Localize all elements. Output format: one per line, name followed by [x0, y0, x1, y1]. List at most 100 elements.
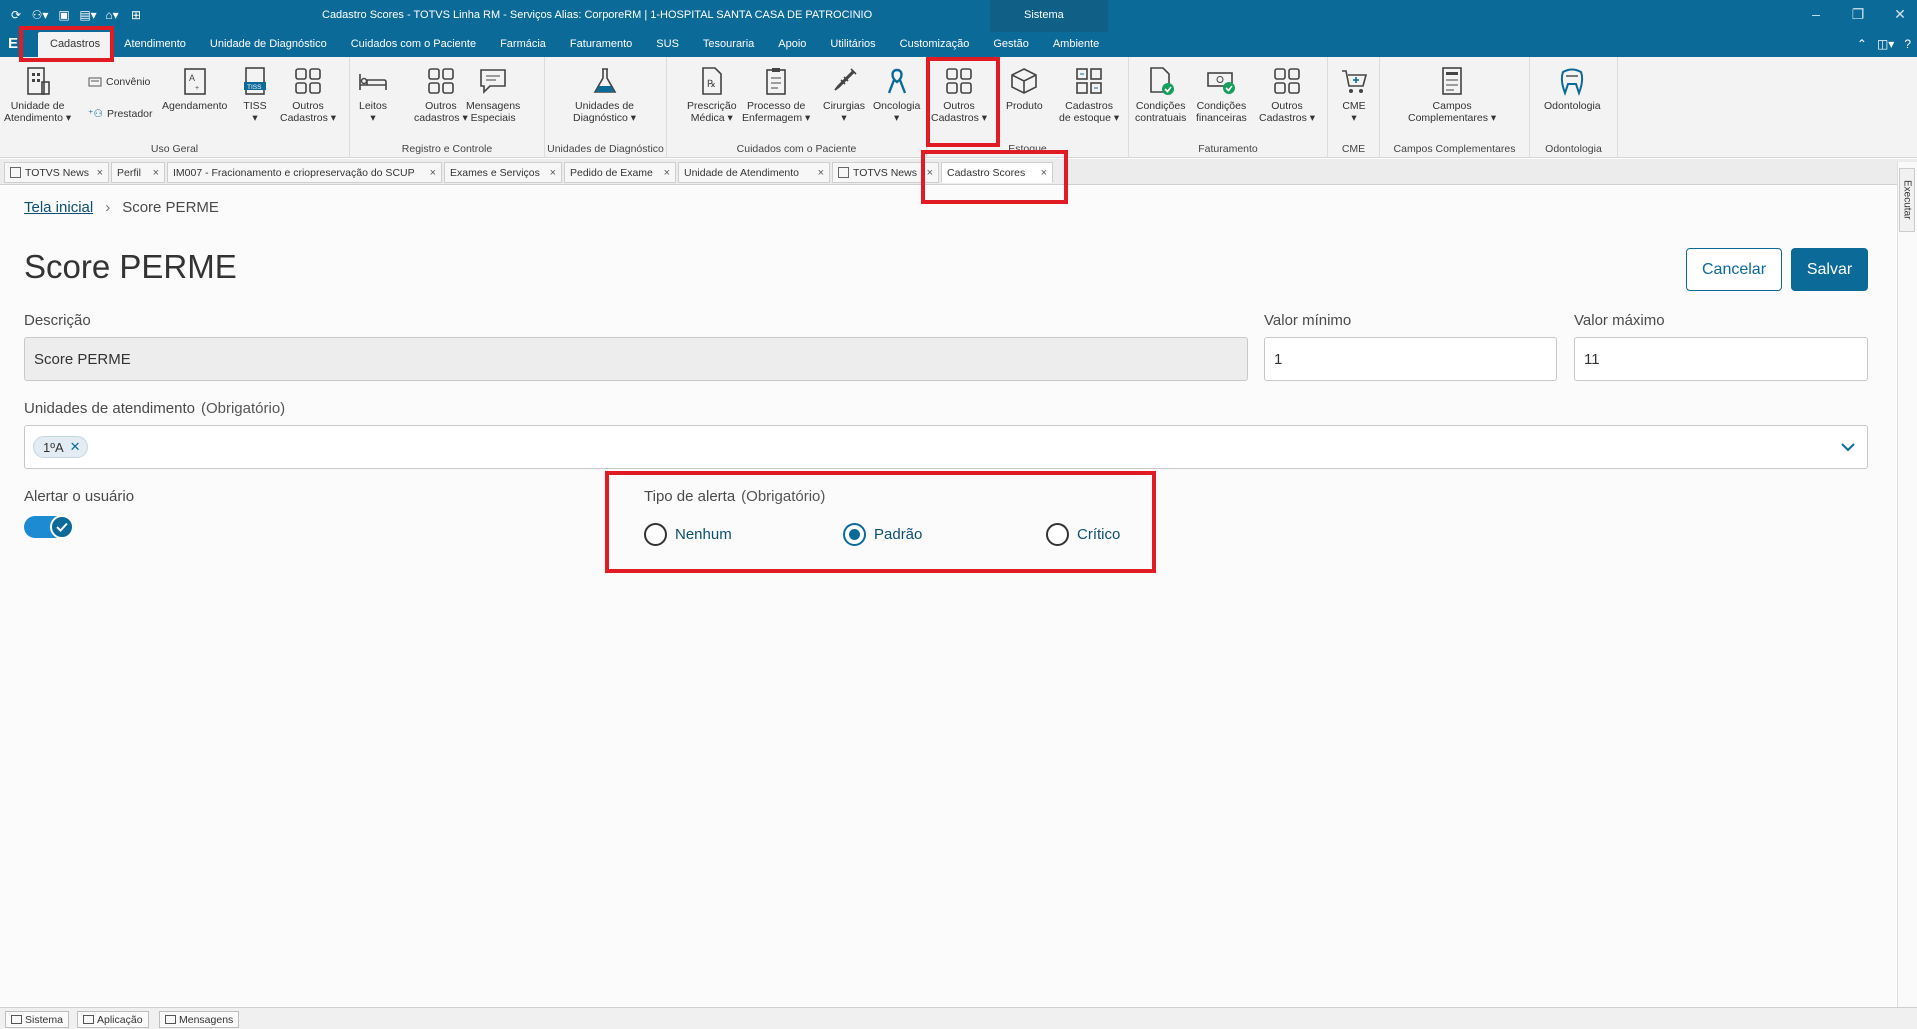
tab-perfil[interactable]: Perfil × — [111, 162, 165, 183]
menu-sus[interactable]: SUS — [644, 32, 691, 57]
chevron-down-icon[interactable] — [1839, 438, 1857, 456]
menu-right-tools: ⌃ ◫▾ ? — [1857, 37, 1911, 51]
menu-cadastros[interactable]: Cadastros — [38, 32, 113, 57]
menu-ambiente[interactable]: Ambiente — [1041, 32, 1111, 57]
save-button[interactable]: Salvar — [1791, 248, 1868, 291]
cirurgias-button[interactable]: Cirurgias ▾ — [823, 64, 865, 124]
close-icon[interactable]: × — [812, 167, 824, 179]
cancel-button[interactable]: Cancelar — [1686, 248, 1782, 291]
radio-padrao[interactable]: Padrão — [843, 523, 922, 546]
menu-gestao[interactable]: Gestão — [981, 32, 1040, 57]
sistema-label[interactable]: Sistema — [1024, 9, 1064, 21]
valor-minimo-field[interactable]: 1 — [1264, 337, 1557, 381]
radio-critico[interactable]: Crítico — [1046, 523, 1120, 546]
cme-button[interactable]: CME ▾ — [1337, 64, 1371, 124]
menu-cuidados-paciente[interactable]: Cuidados com o Paciente — [339, 32, 488, 57]
prescricao-medica-button[interactable]: ℞ Prescrição Médica ▾ — [687, 64, 737, 124]
oncologia-button[interactable]: Oncologia ▾ — [873, 64, 920, 124]
message-icon — [165, 1015, 176, 1024]
help-icon[interactable]: ? — [1904, 37, 1911, 51]
mensagens-especiais-button[interactable]: Mensagens Especiais — [466, 64, 520, 124]
descricao-field[interactable]: Score PERME — [24, 337, 1248, 381]
main-content: Tela inicial › Score PERME Score PERME C… — [0, 186, 1896, 1006]
outros-cadastros-uso-geral-button[interactable]: Outros Cadastros ▾ — [280, 64, 336, 124]
check-icon — [50, 515, 74, 539]
minimize-icon[interactable]: – — [1809, 6, 1823, 23]
menu-atendimento[interactable]: Atendimento — [112, 32, 198, 57]
menu-tesouraria[interactable]: Tesouraria — [691, 32, 766, 57]
odontologia-button[interactable]: Odontologia — [1544, 64, 1601, 112]
tab-unidade-atendimento[interactable]: Unidade de Atendimento × — [678, 162, 830, 183]
condicoes-contratuais-button[interactable]: Condições contratuais — [1135, 64, 1186, 124]
breadcrumb-home-link[interactable]: Tela inicial — [24, 199, 93, 216]
campos-complementares-button[interactable]: Campos Complementares ▾ — [1408, 64, 1496, 124]
grid-icon[interactable]: ⊞ — [126, 6, 146, 24]
group-label-campos: Campos Complementares — [1393, 143, 1516, 155]
close-icon[interactable]: × — [1035, 167, 1047, 179]
group-label-cme: CME — [1341, 143, 1366, 155]
schedule-icon: A + — [178, 64, 212, 98]
tooth-icon — [1555, 64, 1589, 98]
ribbon: Unidade de Atendimento ▾ Convênio ⁺⚇ Pre… — [0, 57, 1917, 158]
unidade-atendimento-button[interactable]: Unidade de Atendimento ▾ — [4, 64, 71, 124]
menu-apoio[interactable]: Apoio — [766, 32, 818, 57]
menu-faturamento[interactable]: Faturamento — [558, 32, 644, 57]
refresh-icon[interactable]: ⟳ — [6, 6, 26, 24]
svg-text:A: A — [189, 73, 195, 83]
outros-cadastros-estoque-button[interactable]: Outros Cadastros ▾ — [931, 64, 987, 124]
status-mensagens-button[interactable]: Mensagens — [159, 1011, 240, 1028]
tiss-button[interactable]: TISS TISS ▾ — [238, 64, 272, 124]
unidades-atendimento-select[interactable]: 1ºA ✕ — [24, 425, 1868, 469]
valor-maximo-field[interactable]: 11 — [1574, 337, 1868, 381]
menu-utilitarios[interactable]: Utilitários — [818, 32, 887, 57]
radio-circle — [1046, 523, 1069, 546]
close-icon[interactable]: × — [424, 167, 436, 179]
tab-im007[interactable]: IM007 - Fracionamento e criopreservação … — [167, 162, 442, 183]
leitos-button[interactable]: Leitos ▾ — [356, 64, 390, 124]
unidades-diagnostico-button[interactable]: Unidades de Diagnóstico ▾ — [573, 64, 636, 124]
close-icon[interactable]: × — [544, 167, 556, 179]
tab-pedido-exame[interactable]: Pedido de Exame × — [564, 162, 676, 183]
tiss-icon: TISS — [238, 64, 272, 98]
app-logo[interactable]: E — [8, 35, 18, 52]
tab-exames-servicos[interactable]: Exames e Serviços × — [444, 162, 562, 183]
tab-totvs-news-1[interactable]: TOTVS News × — [4, 162, 109, 183]
close-icon[interactable]: × — [91, 167, 103, 179]
alertar-usuario-toggle[interactable] — [24, 515, 74, 539]
agendamento-button[interactable]: A + Agendamento — [162, 64, 227, 112]
processo-enfermagem-button[interactable]: Processo de Enfermagem ▾ — [742, 64, 810, 124]
status-aplicacao-button[interactable]: Aplicação — [77, 1011, 149, 1028]
tab-cadastro-scores[interactable]: Cadastro Scores × — [941, 162, 1053, 183]
status-sistema-button[interactable]: Sistema — [5, 1011, 69, 1028]
panel-layout-icon[interactable]: ◫▾ — [1877, 37, 1894, 51]
menu-unidade-diagnostico[interactable]: Unidade de Diagnóstico — [198, 32, 339, 57]
grid-icon — [942, 64, 976, 98]
close-icon[interactable]: × — [147, 167, 159, 179]
layout-icon[interactable]: ▤▾ — [78, 6, 98, 24]
cadastros-estoque-button[interactable]: Cadastros de estoque ▾ — [1059, 64, 1119, 124]
close-icon[interactable]: × — [658, 167, 670, 179]
close-icon[interactable]: × — [921, 167, 933, 179]
menu-farmacia[interactable]: Farmácia — [488, 32, 558, 57]
collapse-ribbon-icon[interactable]: ⌃ — [1857, 37, 1867, 51]
user-icon[interactable]: ⚇▾ — [30, 6, 50, 24]
flask-icon — [588, 64, 622, 98]
restore-icon[interactable]: ❐ — [1851, 6, 1865, 23]
executar-side-tab[interactable]: Executar — [1899, 168, 1915, 232]
radio-nenhum[interactable]: Nenhum — [644, 523, 732, 546]
save-icon[interactable]: ▣ — [54, 6, 74, 24]
home-icon[interactable]: ⌂▾ — [102, 6, 122, 24]
outros-cadastros-registro-button[interactable]: Outros cadastros ▾ — [414, 64, 468, 124]
remove-chip-icon[interactable]: ✕ — [70, 439, 81, 455]
close-icon[interactable]: ✕ — [1893, 6, 1907, 23]
outros-cadastros-faturamento-button[interactable]: Outros Cadastros ▾ — [1259, 64, 1315, 124]
window-icon — [11, 1015, 22, 1024]
produto-button[interactable]: Produto — [1006, 64, 1043, 112]
ribbon-group-campos: Campos Complementares ▾ Campos Complemen… — [1380, 57, 1530, 158]
form-icon — [1435, 64, 1469, 98]
condicoes-financeiras-button[interactable]: Condições financeiras — [1196, 64, 1247, 124]
tab-totvs-news-2[interactable]: TOTVS News × — [832, 162, 939, 183]
menu-customizacao[interactable]: Customização — [888, 32, 982, 57]
convenio-button[interactable]: Convênio — [88, 76, 150, 88]
prestador-button[interactable]: ⁺⚇ Prestador — [88, 108, 153, 120]
